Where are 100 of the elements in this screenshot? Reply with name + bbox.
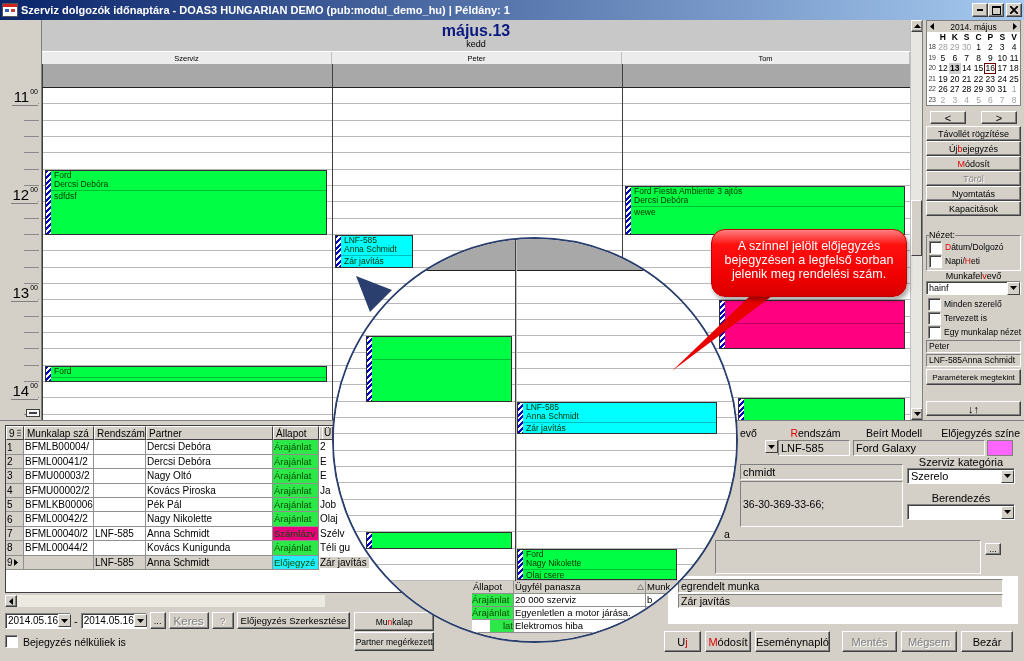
- appointment[interactable]: [366, 336, 512, 402]
- appointment[interactable]: [719, 300, 905, 350]
- calendar-day[interactable]: 15: [972, 63, 985, 74]
- row-header[interactable]: 1: [6, 440, 24, 455]
- calendar-day[interactable]: 6: [948, 52, 961, 63]
- scroll-down-button[interactable]: [911, 408, 923, 420]
- work-row[interactable]: egrendelt munka: [678, 579, 1003, 593]
- calendar-day[interactable]: 17: [996, 63, 1009, 74]
- partner-arrived-button[interactable]: Partner megérkezett: [354, 632, 435, 651]
- previous-button[interactable]: <: [930, 111, 966, 124]
- calendar-day[interactable]: 28: [960, 84, 973, 95]
- checkbox[interactable]: [929, 254, 942, 268]
- dropdown-button[interactable]: [1001, 505, 1014, 519]
- dropdown-button[interactable]: [1007, 281, 1020, 295]
- checkbox[interactable]: [5, 635, 18, 648]
- columns-icon[interactable]: [16, 429, 21, 438]
- calendar-day[interactable]: 10: [996, 52, 1009, 63]
- model-field[interactable]: Ford Galaxy: [853, 440, 985, 456]
- calendar-day[interactable]: 23: [984, 73, 997, 84]
- calendar-day[interactable]: 16: [984, 63, 997, 74]
- action-button[interactable]: Módosít: [926, 156, 1021, 171]
- calendar-day[interactable]: 13: [948, 63, 961, 74]
- action-button[interactable]: Távollét rögzítése: [926, 126, 1021, 141]
- sort-icon[interactable]: [637, 584, 644, 590]
- date-field[interactable]: 2014.05.16: [5, 612, 71, 629]
- worksheet-button[interactable]: Munkalap: [354, 612, 435, 631]
- column-header[interactable]: Rendszám: [94, 426, 146, 441]
- dropdown-button[interactable]: [1001, 469, 1014, 483]
- appointment[interactable]: LNF-585 Anna Schmidt Zár javítás: [335, 235, 413, 268]
- calendar-day[interactable]: 8: [972, 52, 985, 63]
- dropdown-button[interactable]: [765, 440, 778, 453]
- appointment[interactable]: Ford Nagy Nikolette Olaj csere: [517, 548, 677, 580]
- contact-field[interactable]: 36-30-369-33-66;: [740, 481, 903, 527]
- appointment[interactable]: Ford: [45, 365, 327, 382]
- next-button[interactable]: >: [981, 111, 1017, 124]
- calendar-day[interactable]: 4: [1008, 42, 1020, 53]
- scrollbar[interactable]: [910, 20, 922, 420]
- calendar-day[interactable]: 5: [937, 52, 949, 63]
- calendar-day[interactable]: 31: [996, 84, 1009, 95]
- checkbox[interactable]: [928, 297, 941, 311]
- dropdown-button[interactable]: [58, 614, 72, 627]
- scroll-thumb[interactable]: [911, 200, 922, 256]
- calendar-day[interactable]: 11: [1008, 52, 1020, 63]
- scroll-left-button[interactable]: [5, 595, 17, 607]
- customer-field[interactable]: chmidt: [740, 464, 903, 480]
- calendar-day[interactable]: 14: [960, 63, 973, 74]
- calendar-day[interactable]: 9: [984, 52, 997, 63]
- action-button[interactable]: Uj: [664, 631, 701, 652]
- calendar-day[interactable]: 2: [984, 42, 997, 53]
- column-header[interactable]: Munkalap szá: [24, 426, 94, 441]
- note-field[interactable]: [715, 540, 981, 574]
- calendar-day[interactable]: 12: [937, 63, 949, 74]
- checkbox[interactable]: [928, 311, 941, 325]
- calendar-day[interactable]: 24: [996, 73, 1009, 84]
- color-swatch[interactable]: [987, 440, 1013, 456]
- dropdown[interactable]: [907, 504, 1015, 520]
- row-header[interactable]: 6: [6, 512, 24, 527]
- appointment[interactable]: Ford Fiesta Ambiente 3 ajtós Dercsi Debóra wewe: [625, 186, 905, 235]
- action-button[interactable]: Kapacitások: [926, 201, 1021, 216]
- column-header[interactable]: 9: [6, 426, 24, 441]
- calendar-day[interactable]: 29: [972, 84, 985, 95]
- sort-button[interactable]: ↓↑: [926, 401, 1021, 416]
- calendar-day[interactable]: 25: [1008, 73, 1020, 84]
- params-button[interactable]: Paraméterek megtekint: [926, 369, 1021, 385]
- calendar-day[interactable]: 26: [937, 84, 949, 95]
- edit-reservation-button[interactable]: Előjegyzés Szerkesztése: [236, 612, 351, 629]
- keyboard-icon[interactable]: [26, 409, 40, 417]
- appointment[interactable]: [366, 532, 512, 549]
- close-button[interactable]: [1006, 3, 1022, 17]
- calendar-day[interactable]: 18: [1008, 63, 1020, 74]
- maximize-button[interactable]: [988, 3, 1004, 17]
- calendar-day[interactable]: 7: [960, 52, 973, 63]
- next-month-icon[interactable]: [1013, 23, 1017, 30]
- dropdown[interactable]: Szerelo: [907, 468, 1015, 484]
- calendar-day[interactable]: 19: [937, 73, 949, 84]
- appointment[interactable]: LNF-585 Anna Schmidt Zár javítás: [517, 401, 717, 435]
- action-button[interactable]: Bezár: [961, 631, 1013, 652]
- calendar-day[interactable]: 27: [948, 84, 961, 95]
- checkbox[interactable]: [929, 240, 942, 254]
- appointment[interactable]: Ford Dercsi Debóra sdfdsf: [45, 169, 327, 235]
- calendar-day[interactable]: 1: [972, 42, 985, 53]
- work-row[interactable]: Zár javítás: [678, 594, 1003, 608]
- action-button[interactable]: Újbejegyzés: [926, 141, 1021, 156]
- more-button[interactable]: ...: [985, 543, 1001, 555]
- scrollbar[interactable]: [5, 595, 325, 607]
- calendar-day[interactable]: 3: [996, 42, 1009, 53]
- dropdown-button[interactable]: [133, 614, 147, 627]
- row-header[interactable]: 8: [6, 541, 24, 556]
- column-header[interactable]: Állapot: [273, 426, 319, 441]
- date-field[interactable]: 2014.05.16: [80, 612, 147, 629]
- calendar-day[interactable]: 20: [948, 73, 961, 84]
- minimize-button[interactable]: [972, 3, 988, 17]
- column-header[interactable]: Partner: [146, 426, 273, 441]
- scroll-up-button[interactable]: [911, 20, 923, 32]
- action-button[interactable]: Nyomtatás: [926, 186, 1021, 201]
- calendar-day[interactable]: 22: [972, 73, 985, 84]
- action-button[interactable]: Módosít: [705, 631, 751, 652]
- calendar-day[interactable]: 21: [960, 73, 973, 84]
- checkbox[interactable]: [928, 325, 941, 339]
- previous-month-icon[interactable]: [930, 23, 934, 30]
